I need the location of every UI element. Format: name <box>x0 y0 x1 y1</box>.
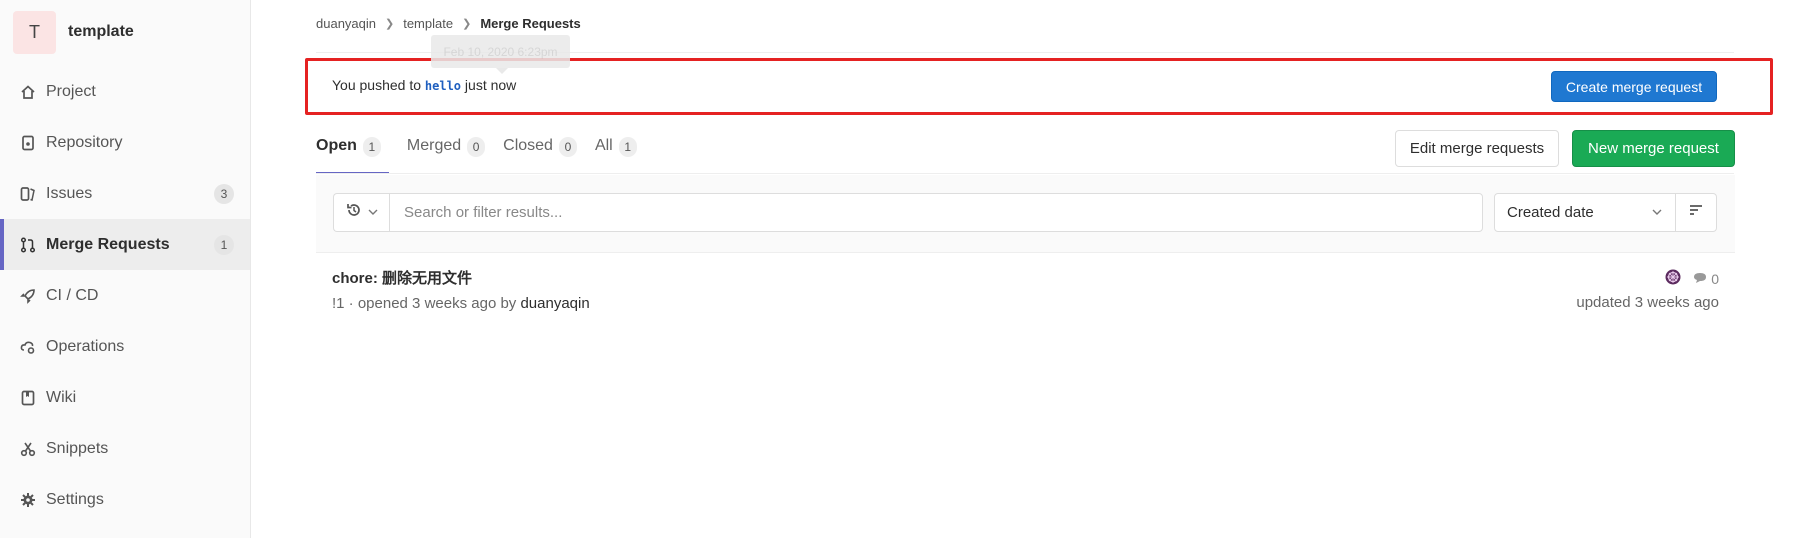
chevron-right-icon: ❯ <box>385 18 395 30</box>
push-suffix: just now <box>464 77 517 93</box>
sidebar-item-operations[interactable]: Operations <box>0 321 250 372</box>
cloud-gear-icon <box>20 339 36 355</box>
tab-count-badge: 0 <box>467 137 486 157</box>
breadcrumb-link-owner[interactable]: duanyaqin <box>316 16 376 31</box>
tab-label: Open <box>316 137 357 154</box>
merge-request-updated-time: updated 3 weeks ago <box>1576 294 1719 311</box>
document-icon <box>20 135 36 151</box>
sidebar-item-snippets[interactable]: Snippets <box>0 423 250 474</box>
comment-count-value: 0 <box>1711 270 1719 287</box>
sidebar-nav: Project Repository Issues 3 Merge Reques… <box>0 66 250 525</box>
breadcrumb: duanyaqin ❯ template ❯ Merge Requests <box>316 16 581 31</box>
issues-icon <box>20 186 36 202</box>
tab-count-badge: 1 <box>618 137 637 157</box>
sidebar-item-settings[interactable]: Settings <box>0 474 250 525</box>
push-prefix: You pushed to <box>332 77 422 93</box>
tab-label: All <box>594 137 613 154</box>
filter-bar: Created date <box>316 175 1735 253</box>
merge-request-title-link[interactable]: chore: 删除无用文件 <box>332 267 472 288</box>
sort-selected-label: Created date <box>1507 204 1594 221</box>
project-name[interactable]: template <box>68 23 134 41</box>
gear-icon <box>20 492 36 508</box>
sidebar-item-label: Settings <box>46 490 104 508</box>
merge-request-state-tabs: Open 1 Merged 0 Closed 0 All 1 <box>316 129 655 174</box>
sidebar-item-label: Wiki <box>46 388 77 406</box>
merge-request-list-item: chore: 删除无用文件 !1 · opened 3 weeks ago by… <box>316 253 1735 333</box>
tab-merged[interactable]: Merged 0 <box>406 129 486 174</box>
tab-count-badge: 1 <box>362 137 381 157</box>
push-banner-text: You pushed to hello just now <box>332 77 516 93</box>
project-avatar[interactable]: T <box>13 10 56 54</box>
rocket-icon <box>20 288 36 304</box>
merge-requests-count-badge: 1 <box>214 234 234 255</box>
sidebar-item-project[interactable]: Project <box>0 66 250 117</box>
comments-count[interactable]: 0 <box>1693 271 1719 287</box>
sidebar-item-label: Snippets <box>46 439 109 457</box>
book-icon <box>20 390 36 406</box>
chevron-down-icon <box>1651 205 1663 222</box>
sidebar-item-label: Project <box>46 82 96 100</box>
sort-lines-icon <box>1688 202 1704 223</box>
sidebar-item-label: Operations <box>46 337 125 355</box>
sidebar-item-merge-requests[interactable]: Merge Requests 1 <box>0 219 250 270</box>
merge-request-meta: !1 · opened 3 weeks ago by duanyaqin <box>332 295 590 312</box>
pushed-branch-name[interactable]: hello <box>425 79 461 93</box>
timestamp-tooltip: Feb 10, 2020 6:23pm <box>431 35 570 68</box>
breadcrumb-current[interactable]: Merge Requests <box>480 16 580 31</box>
edit-merge-requests-button[interactable]: Edit merge requests <box>1395 130 1559 167</box>
merge-request-indicators: 0 <box>1665 269 1719 288</box>
merge-request-id-opened: !1 · opened 3 weeks ago by <box>332 295 517 312</box>
sort-dropdown[interactable]: Created date <box>1494 193 1676 232</box>
create-merge-request-button[interactable]: Create merge request <box>1551 71 1717 102</box>
breadcrumb-link-project[interactable]: template <box>403 16 453 31</box>
tab-closed[interactable]: Closed 0 <box>503 129 577 174</box>
sidebar-item-label: CI / CD <box>46 286 99 304</box>
tab-label: Closed <box>503 137 553 154</box>
sidebar-item-repository[interactable]: Repository <box>0 117 250 168</box>
issues-count-badge: 3 <box>214 183 234 204</box>
comment-bubble-icon <box>1693 271 1711 287</box>
recent-searches-button[interactable] <box>333 193 389 232</box>
tab-label: Merged <box>406 137 462 154</box>
sidebar-item-label: Repository <box>46 133 123 151</box>
sidebar-item-wiki[interactable]: Wiki <box>0 372 250 423</box>
author-link[interactable]: duanyaqin <box>520 295 589 312</box>
scissors-icon <box>20 441 36 457</box>
tooltip-arrow <box>496 68 508 74</box>
sidebar-item-issues[interactable]: Issues 3 <box>0 168 250 219</box>
sidebar-item-label: Merge Requests <box>46 235 170 253</box>
new-merge-request-button[interactable]: New merge request <box>1572 130 1735 167</box>
chevron-down-icon <box>368 204 378 222</box>
project-header[interactable]: T template <box>0 0 250 64</box>
assignee-avatar[interactable] <box>1665 269 1681 288</box>
tabs-divider <box>316 173 1734 174</box>
sidebar: T template Project Repository Issues 3 M… <box>0 0 251 538</box>
sort-direction-button[interactable] <box>1675 193 1717 232</box>
tab-open[interactable]: Open 1 <box>316 129 389 174</box>
tab-all[interactable]: All 1 <box>595 129 637 174</box>
merge-request-icon <box>20 236 36 253</box>
search-input[interactable] <box>389 193 1483 232</box>
sidebar-item-ci-cd[interactable]: CI / CD <box>0 270 250 321</box>
sidebar-item-label: Issues <box>46 184 93 202</box>
home-icon <box>20 84 36 100</box>
chevron-right-icon: ❯ <box>462 18 472 30</box>
tab-count-badge: 0 <box>558 137 577 157</box>
history-icon <box>346 202 362 223</box>
